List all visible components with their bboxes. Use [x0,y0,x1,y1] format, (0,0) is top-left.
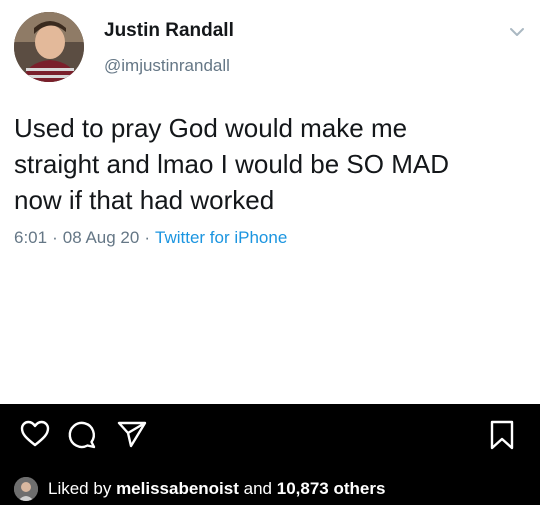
meta-separator: · [52,228,58,247]
liker-avatar[interactable] [14,477,38,501]
tweet-source-link[interactable]: Twitter for iPhone [155,228,287,247]
share-icon[interactable] [117,420,147,448]
liked-user-link[interactable]: melissabenoist [116,479,239,499]
likes-summary: Liked by melissabenoist and 10,873 other… [14,476,385,502]
heart-icon[interactable] [20,420,50,448]
tweet-date[interactable]: 08 Aug 20 [63,228,140,247]
display-name[interactable]: Justin Randall [104,20,234,42]
bookmark-icon[interactable] [489,420,515,450]
liked-connector: and [243,479,272,498]
liker-avatar-image [14,477,38,501]
tweet-meta: 6:01 · 08 Aug 20 · Twitter for iPhone [14,228,287,248]
tweet-text-line: now if that had worked [14,185,275,215]
tweet-text-line: straight and lmao I would be SO MAD [14,149,449,179]
comment-icon[interactable] [67,420,97,450]
tweet-time[interactable]: 6:01 [14,228,47,247]
liked-by-label: Liked by [48,479,112,498]
tweet-text-line: Used to pray God would make me [14,113,408,143]
liked-others-link[interactable]: 10,873 others [277,479,386,499]
tweet-text: Used to pray God would make me straight … [14,110,529,218]
username-handle[interactable]: @imjustinrandall [104,56,230,76]
meta-separator: · [144,228,151,247]
chevron-down-icon[interactable] [509,26,525,38]
avatar[interactable] [14,12,84,82]
tweet-card: Justin Randall @imjustinrandall Used to … [0,0,540,404]
avatar-image [14,12,84,82]
